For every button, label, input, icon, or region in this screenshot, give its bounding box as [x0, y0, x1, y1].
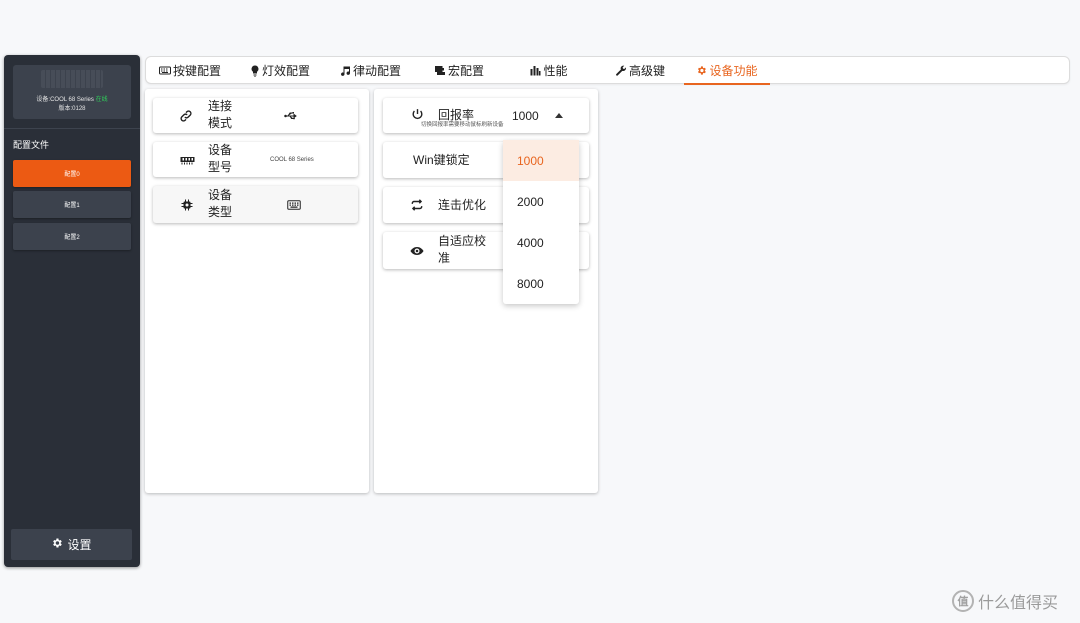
memory-icon — [179, 154, 195, 166]
polling-rate-card: 回报率 1000 切换回报率需要移动鼠标刷新设备 — [383, 98, 589, 133]
device-info-panel: 连接模式 设备型号 COOL 68 Series 设备类型 — [145, 89, 369, 493]
tab-light-config[interactable]: 灯效配置 — [249, 57, 311, 84]
keyboard-icon — [158, 66, 171, 75]
tab-device-functions[interactable]: 设备功能 — [684, 57, 770, 85]
polling-option-4000[interactable]: 4000 — [503, 222, 579, 263]
top-tab-bar: 按键配置 灯效配置 律动配置 宏配置 性能 高级键 设备功能 — [145, 56, 1070, 85]
tab-label: 设备功能 — [709, 64, 758, 78]
polling-option-1000[interactable]: 1000 — [503, 140, 579, 181]
profiles-title: 配置文件 — [13, 140, 50, 150]
caret-up-icon[interactable] — [554, 112, 564, 118]
polling-rate-hint: 切换回报率需要移动鼠标刷新设备 — [421, 122, 504, 128]
usb-icon — [283, 110, 301, 122]
device-status-line: 设备:COOL 68 Series 在线 — [13, 94, 131, 103]
sidebar-divider — [4, 128, 140, 129]
device-type-card: 设备类型 — [153, 186, 358, 223]
device-model-value: COOL 68 Series — [270, 157, 314, 163]
firmware-version: 版本:0128 — [58, 106, 86, 112]
device-type-label: 设备类型 — [208, 188, 233, 219]
win-lock-label: Win键锁定 — [413, 153, 470, 167]
wrench-icon — [615, 65, 627, 77]
gear-icon — [696, 65, 707, 76]
settings-button[interactable]: 设置 — [11, 529, 132, 560]
device-model-label: 设备型号 — [208, 143, 233, 174]
tab-advanced-keys[interactable]: 高级键 — [614, 57, 666, 84]
tab-macro-config[interactable]: 宏配置 — [433, 57, 485, 84]
connection-mode-label: 连接模式 — [208, 99, 233, 130]
device-card[interactable]: 设备:COOL 68 Series 在线 版本:0128 — [13, 65, 131, 119]
watermark-logo-icon: 值 — [952, 590, 974, 612]
gear-icon — [51, 537, 63, 552]
macro-icon — [434, 65, 446, 76]
settings-label: 设置 — [67, 538, 92, 552]
bar-chart-icon — [530, 65, 541, 76]
keyboard-thumbnail — [41, 70, 103, 88]
polling-option-2000[interactable]: 2000 — [503, 181, 579, 222]
tab-label: 灯效配置 — [261, 64, 310, 78]
tab-label: 宏配置 — [447, 64, 484, 78]
profile-button-0[interactable]: 配置0 — [13, 160, 131, 187]
eye-icon — [410, 244, 424, 257]
polling-rate-dropdown: 1000 2000 4000 8000 — [503, 140, 579, 304]
tab-label: 高级键 — [628, 64, 665, 78]
link-icon — [179, 109, 193, 123]
polling-option-8000[interactable]: 8000 — [503, 263, 579, 304]
adaptive-calibration-label: 自适应校准 — [438, 234, 487, 265]
rapid-trigger-label: 连击优化 — [438, 198, 487, 212]
tab-label: 性能 — [543, 64, 568, 78]
tab-label: 律动配置 — [352, 64, 401, 78]
profile-button-2[interactable]: 配置2 — [13, 223, 131, 250]
device-model-card: 设备型号 COOL 68 Series — [153, 142, 358, 177]
polling-rate-value[interactable]: 1000 — [512, 108, 539, 125]
tab-key-config[interactable]: 按键配置 — [158, 57, 222, 84]
keyboard-icon — [286, 199, 301, 210]
connection-mode-card: 连接模式 — [153, 98, 358, 133]
bulb-icon — [250, 65, 260, 77]
profile-button-1[interactable]: 配置1 — [13, 191, 131, 218]
repeat-icon — [410, 198, 424, 212]
chip-icon — [180, 198, 193, 211]
tab-performance[interactable]: 性能 — [530, 57, 568, 84]
watermark-text: 什么值得买 — [978, 595, 1059, 612]
watermark: 值 什么值得买 — [952, 589, 1058, 613]
sidebar: 设备:COOL 68 Series 在线 版本:0128 配置文件 配置0 配置… — [4, 55, 140, 567]
music-note-icon — [339, 65, 351, 77]
tab-label: 按键配置 — [172, 64, 221, 78]
tab-rhythm-config[interactable]: 律动配置 — [338, 57, 402, 84]
